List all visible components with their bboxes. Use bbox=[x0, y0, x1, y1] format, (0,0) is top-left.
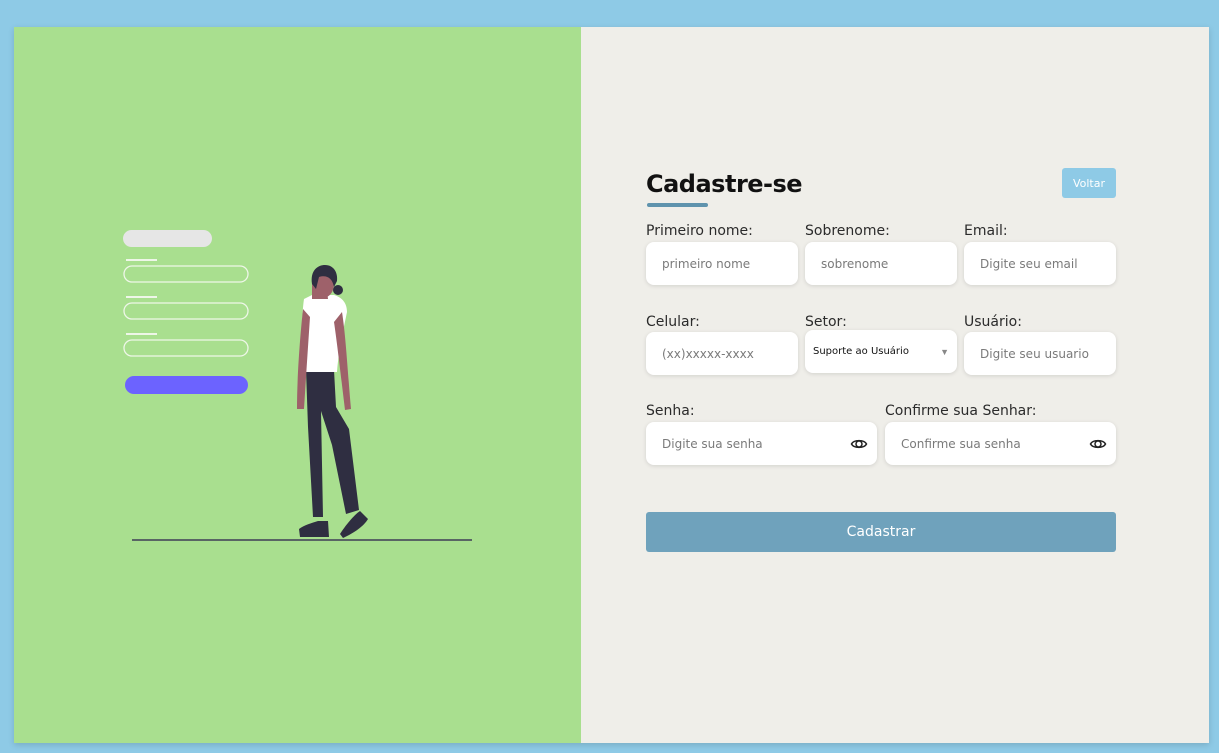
email-wrapper bbox=[964, 242, 1116, 285]
register-card bbox=[14, 27, 1209, 743]
first-name-field[interactable] bbox=[646, 242, 798, 285]
password-wrapper bbox=[646, 422, 877, 465]
last-name-field[interactable] bbox=[805, 242, 957, 285]
signup-illustration bbox=[123, 230, 472, 541]
phone-label: Celular: bbox=[646, 314, 700, 330]
username-field[interactable] bbox=[964, 332, 1116, 375]
form-panel bbox=[581, 27, 1209, 743]
back-button[interactable]: Voltar bbox=[1062, 168, 1116, 198]
username-label: Usuário: bbox=[964, 314, 1022, 330]
password-label: Senha: bbox=[646, 403, 695, 419]
username-wrapper bbox=[964, 332, 1116, 375]
confirm-password-label: Confirme sua Senhar: bbox=[885, 403, 1037, 419]
confirm-password-wrapper bbox=[885, 422, 1116, 465]
email-label: Email: bbox=[964, 223, 1008, 239]
illustration-panel bbox=[14, 27, 581, 743]
last-name-label: Sobrenome: bbox=[805, 223, 890, 239]
last-name-wrapper bbox=[805, 242, 957, 285]
title-underline bbox=[647, 203, 708, 207]
first-name-wrapper bbox=[646, 242, 798, 285]
page-title: Cadastre-se bbox=[646, 170, 803, 198]
caret-down-icon: ▼ bbox=[940, 346, 949, 357]
first-name-label: Primeiro nome: bbox=[646, 223, 753, 239]
password-field[interactable] bbox=[646, 422, 877, 465]
sector-selected-value: Suporte ao Usuário bbox=[813, 346, 909, 357]
phone-wrapper bbox=[646, 332, 798, 375]
mock-form-fields bbox=[123, 259, 249, 357]
sector-label: Setor: bbox=[805, 314, 847, 330]
email-field[interactable] bbox=[964, 242, 1116, 285]
register-button[interactable]: Cadastrar bbox=[646, 512, 1116, 552]
confirm-password-field[interactable] bbox=[885, 422, 1116, 465]
mock-form-header bbox=[123, 230, 212, 247]
eye-icon[interactable] bbox=[1089, 435, 1107, 453]
sector-select[interactable]: Suporte ao Usuário ▼ bbox=[805, 330, 957, 373]
walking-person bbox=[297, 265, 368, 538]
phone-field[interactable] bbox=[646, 332, 798, 375]
mock-form-button bbox=[125, 376, 248, 394]
eye-icon[interactable] bbox=[850, 435, 868, 453]
